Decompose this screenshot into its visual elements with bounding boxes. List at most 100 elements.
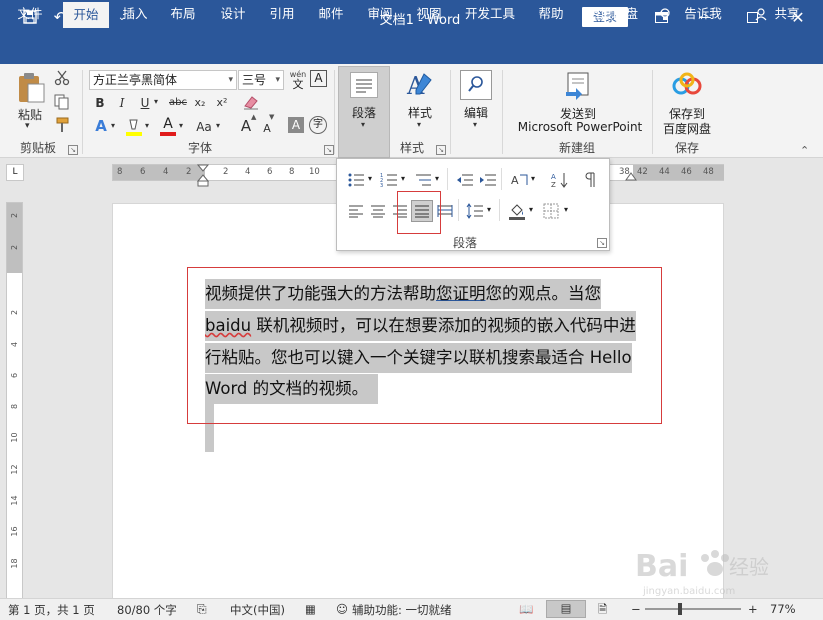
clipboard-launcher-icon[interactable]: ↘ (68, 145, 78, 155)
accessibility-icon[interactable]: ☺ (336, 602, 348, 616)
share-button[interactable]: 共享 (770, 0, 804, 28)
bullets-icon[interactable] (346, 170, 366, 190)
chevron-down-icon[interactable]: ▾ (529, 205, 533, 214)
chevron-down-icon[interactable]: ▾ (111, 121, 115, 130)
tab-baidu-netdisk[interactable]: 百度网盘 (581, 0, 645, 28)
editing-icon[interactable] (460, 70, 492, 100)
superscript-button[interactable]: x² (212, 93, 232, 113)
align-left-icon[interactable] (346, 201, 366, 221)
lightbulb-icon[interactable] (657, 0, 673, 28)
chevron-down-icon[interactable]: ▾ (154, 97, 158, 106)
tab-references[interactable]: 引用 (261, 0, 303, 28)
chinese-layout-icon[interactable]: A (509, 170, 529, 190)
tab-home[interactable]: 开始 (63, 2, 109, 28)
chevron-down-icon[interactable]: ▾ (368, 174, 372, 183)
zoom-in-icon[interactable]: + (748, 602, 758, 616)
italic-button[interactable]: I (112, 93, 132, 113)
proofing-icon[interactable]: ⎘ (197, 602, 207, 617)
indent-marker-icon[interactable] (196, 164, 210, 188)
character-shading-button[interactable]: A (288, 117, 304, 133)
clear-format-icon[interactable] (242, 94, 262, 112)
macro-record-icon[interactable]: ▦ (305, 602, 316, 616)
accessibility-status[interactable]: 辅助功能: 一切就绪 (352, 602, 452, 618)
chevron-down-icon[interactable]: ▾ (179, 121, 183, 130)
send-to-line2[interactable]: Microsoft PowerPoint (515, 120, 645, 134)
tab-layout[interactable]: 布局 (162, 0, 204, 28)
subscript-button[interactable]: x₂ (190, 93, 210, 113)
styles-launcher-icon[interactable]: ↘ (436, 145, 446, 155)
word-count[interactable]: 80/80 个字 (117, 602, 177, 618)
align-center-icon[interactable] (368, 201, 388, 221)
underline-button[interactable]: U (135, 93, 155, 113)
line-spacing-icon[interactable] (465, 201, 485, 221)
shrink-down-arrow-icon: ▼ (269, 113, 275, 121)
show-marks-icon[interactable] (581, 170, 601, 190)
change-case-button[interactable]: Aa (192, 117, 216, 137)
print-layout-icon[interactable]: ▤ (546, 600, 586, 618)
zoom-out-icon[interactable]: − (631, 602, 641, 616)
tell-me-search[interactable]: 告诉我 (680, 0, 726, 28)
format-painter-icon[interactable] (54, 117, 70, 133)
tab-file[interactable]: 文件 (8, 0, 52, 28)
enclose-char-button[interactable]: 字 (309, 116, 327, 134)
save-to-line2[interactable]: 百度网盘 (660, 120, 714, 137)
tab-insert[interactable]: 插入 (114, 0, 156, 28)
borders-icon[interactable] (541, 201, 561, 221)
chevron-down-icon[interactable]: ▾ (473, 120, 477, 129)
chevron-down-icon[interactable]: ▾ (531, 174, 535, 183)
right-indent-marker-icon[interactable] (625, 172, 637, 184)
chevron-down-icon[interactable]: ▾ (564, 205, 568, 214)
send-to-powerpoint-icon[interactable] (562, 70, 594, 102)
chevron-down-icon[interactable]: ▾ (401, 174, 405, 183)
font-name-combo[interactable]: 方正兰亭黑简体 ▾ (89, 70, 237, 90)
tab-view[interactable]: 视图 (408, 0, 450, 28)
chevron-down-icon[interactable]: ▾ (487, 205, 491, 214)
copy-icon[interactable] (54, 94, 70, 110)
read-mode-icon[interactable]: 📖 (519, 602, 533, 616)
highlight-color-icon[interactable] (124, 117, 144, 137)
baidu-netdisk-icon[interactable] (671, 72, 703, 102)
char-border-a-icon[interactable]: A (310, 70, 327, 87)
language-indicator[interactable]: 中文(中国) (230, 602, 285, 618)
zoom-level[interactable]: 77% (770, 602, 796, 616)
decrease-indent-icon[interactable] (455, 170, 475, 190)
chevron-down-icon[interactable]: ▾ (216, 121, 220, 130)
paste-dropdown-icon[interactable]: ▾ (25, 121, 30, 131)
collapse-ribbon-icon[interactable]: ⌃ (800, 144, 809, 157)
bold-button[interactable]: B (90, 93, 110, 113)
text-effects-icon[interactable]: A (92, 117, 110, 135)
page-info[interactable]: 第 1 页，共 1 页 (8, 602, 95, 618)
numbering-icon[interactable]: 123 (379, 170, 399, 190)
increase-indent-icon[interactable] (478, 170, 498, 190)
share-person-icon[interactable] (753, 0, 769, 28)
tab-mailings[interactable]: 邮件 (310, 0, 352, 28)
styles-label[interactable]: 样式 (404, 104, 436, 121)
zoom-slider-track[interactable] (645, 603, 741, 615)
chevron-down-icon[interactable]: ▾ (145, 121, 149, 130)
styles-icon[interactable]: A (404, 70, 436, 102)
multilevel-list-icon[interactable] (413, 170, 433, 190)
sort-icon[interactable]: AZ (550, 170, 570, 190)
shrink-font-button[interactable]: A (257, 119, 277, 139)
paragraph-launcher-icon[interactable]: ↘ (597, 238, 607, 248)
paste-icon[interactable] (16, 72, 46, 104)
paste-label[interactable]: 粘贴 (18, 106, 42, 123)
tab-help[interactable]: 帮助 (530, 0, 572, 28)
editing-label[interactable]: 编辑 (460, 104, 492, 121)
strikethrough-button[interactable]: abc (167, 93, 189, 113)
font-launcher-icon[interactable]: ↘ (324, 145, 334, 155)
tab-developer[interactable]: 开发工具 (459, 0, 521, 28)
font-size-combo[interactable]: 三号 ▾ (238, 70, 284, 90)
chevron-down-icon[interactable]: ▾ (435, 174, 439, 183)
tab-review[interactable]: 审阅 (359, 0, 401, 28)
font-color-icon[interactable]: A (158, 117, 178, 137)
phonetic-guide-icon[interactable]: wén 文 (288, 70, 308, 90)
vertical-ruler[interactable]: 2 2 2 4 6 8 10 12 14 16 18 (6, 202, 23, 600)
web-layout-icon[interactable]: 🗎 (598, 602, 607, 620)
chevron-down-icon[interactable]: ▾ (417, 120, 421, 129)
zoom-slider-thumb[interactable] (677, 603, 682, 615)
tab-stop-selector[interactable]: L (6, 164, 24, 181)
cut-icon[interactable] (54, 70, 70, 86)
shading-icon[interactable] (507, 201, 527, 221)
tab-design[interactable]: 设计 (212, 0, 254, 28)
